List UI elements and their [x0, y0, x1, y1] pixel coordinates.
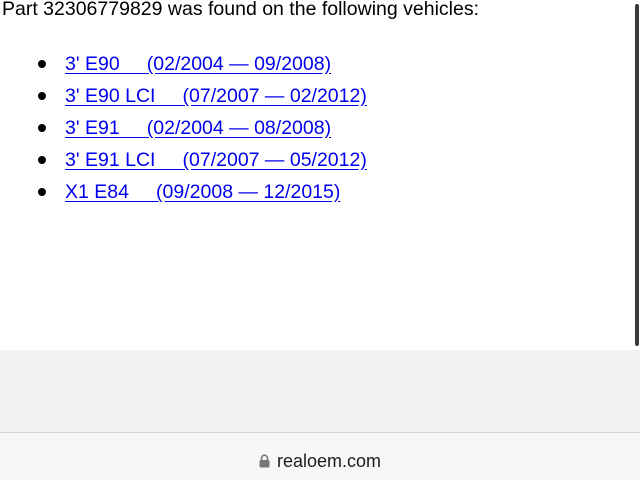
page-headline: Part 32306779829 was found on the follow… [2, 0, 479, 20]
vehicle-link-e90[interactable]: 3' E90 (02/2004 — 09/2008) [65, 50, 331, 78]
lock-icon [259, 454, 270, 468]
bullet-icon [38, 60, 46, 68]
vehicle-link-x1-e84[interactable]: X1 E84 (09/2008 — 12/2015) [65, 178, 340, 206]
address-bar-url: realoem.com [276, 451, 382, 471]
overscroll-area [0, 350, 640, 432]
address-bar[interactable]: realoem.com [0, 451, 640, 472]
vehicle-link-e91[interactable]: 3' E91 (02/2004 — 08/2008) [65, 114, 331, 142]
vertical-scrollbar[interactable] [634, 0, 640, 350]
bullet-icon [38, 92, 46, 100]
bullet-icon [38, 156, 46, 164]
browser-page: Part 32306779829 was found on the follow… [0, 0, 640, 480]
browser-bottom-toolbar: realoem.com [0, 432, 640, 480]
vehicle-link-e90-lci[interactable]: 3' E90 LCI (07/2007 — 02/2012) [65, 82, 367, 110]
scrollbar-thumb[interactable] [635, 4, 639, 346]
bullet-icon [38, 188, 46, 196]
page-content: Part 32306779829 was found on the follow… [0, 0, 634, 350]
bullet-icon [38, 124, 46, 132]
vehicle-link-e91-lci[interactable]: 3' E91 LCI (07/2007 — 05/2012) [65, 146, 367, 174]
